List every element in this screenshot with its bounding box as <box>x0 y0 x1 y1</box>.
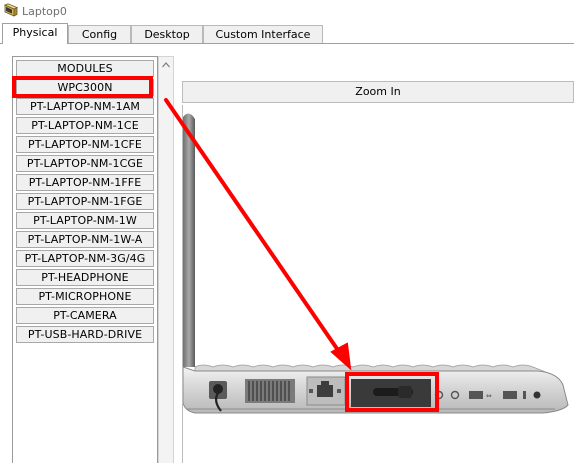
tab-physical[interactable]: Physical <box>2 23 68 44</box>
window-title: Laptop0 <box>22 5 67 18</box>
window-titlebar: Laptop0 <box>0 0 574 24</box>
module-pt-laptop-nm-1cge[interactable]: PT-LAPTOP-NM-1CGE <box>16 155 154 172</box>
module-pt-laptop-nm-1ce[interactable]: PT-LAPTOP-NM-1CE <box>16 117 154 134</box>
module-pt-laptop-nm-1am[interactable]: PT-LAPTOP-NM-1AM <box>16 98 154 115</box>
svg-text:⇔: ⇔ <box>486 392 492 400</box>
module-pt-laptop-nm-3g-4g[interactable]: PT-LAPTOP-NM-3G/4G <box>16 250 154 267</box>
tab-strip: Physical Config Desktop Custom Interface <box>0 23 574 44</box>
module-pt-laptop-nm-1ffe[interactable]: PT-LAPTOP-NM-1FFE <box>16 174 154 191</box>
module-highlight-box <box>12 76 153 98</box>
laptop-side-view: ⇔ <box>183 113 569 414</box>
scroll-up-arrow-icon[interactable] <box>162 62 170 68</box>
module-pt-microphone[interactable]: PT-MICROPHONE <box>16 288 154 305</box>
module-pt-laptop-nm-1fge[interactable]: PT-LAPTOP-NM-1FGE <box>16 193 154 210</box>
modules-panel: MODULES WPC300N PT-LAPTOP-NM-1AM PT-LAPT… <box>12 56 158 463</box>
module-pt-camera[interactable]: PT-CAMERA <box>16 307 154 324</box>
tab-desktop[interactable]: Desktop <box>131 25 203 43</box>
module-pt-laptop-nm-1w[interactable]: PT-LAPTOP-NM-1W <box>16 212 154 229</box>
tab-custom-interface[interactable]: Custom Interface <box>203 25 323 43</box>
tab-divider <box>0 43 574 44</box>
zoom-in-button[interactable]: Zoom In <box>182 81 574 103</box>
device-viewport: ⇔ <box>182 105 574 463</box>
module-pt-headphone[interactable]: PT-HEADPHONE <box>16 269 154 286</box>
modules-scrollbar[interactable] <box>158 56 174 463</box>
modules-header: MODULES <box>16 60 154 77</box>
tab-config[interactable]: Config <box>68 25 131 43</box>
laptop-icon <box>3 3 18 17</box>
module-pt-laptop-nm-1w-a[interactable]: PT-LAPTOP-NM-1W-A <box>16 231 154 248</box>
module-pt-usb-hard-drive[interactable]: PT-USB-HARD-DRIVE <box>16 326 154 343</box>
module-pt-laptop-nm-1cfe[interactable]: PT-LAPTOP-NM-1CFE <box>16 136 154 153</box>
